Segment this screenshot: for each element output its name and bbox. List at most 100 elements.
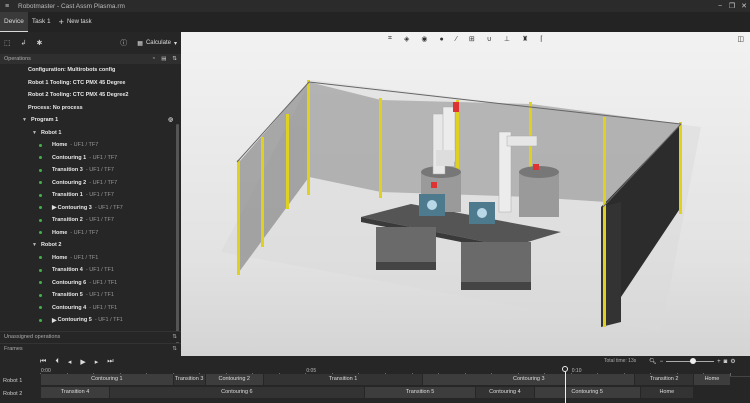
zoom-slider[interactable] xyxy=(666,358,715,364)
operation-frame-label: - UF1 / TF7 xyxy=(85,167,114,174)
timeline-segment[interactable]: Contouring 4 xyxy=(475,387,534,398)
new-task-button[interactable]: + New task xyxy=(59,17,92,27)
timeline-segment[interactable]: Transition 3 xyxy=(172,374,205,385)
magnet-icon[interactable]: ∪ xyxy=(487,35,492,43)
operation-item[interactable]: Transition 1- UF1 / TF7 xyxy=(0,189,181,202)
timeline-segment[interactable]: Transition 2 xyxy=(634,374,693,385)
timeline-segment[interactable]: Contouring 1 xyxy=(40,374,173,385)
playhead-line xyxy=(564,372,566,403)
left-toolbar: ⬚ ↲ ✱ ⓘ ▦ Calculate ▾ xyxy=(0,32,181,54)
hamburger-menu-icon[interactable]: ≡ xyxy=(0,3,14,10)
collision-icon[interactable]: ⊞ xyxy=(469,35,475,43)
tree-group-item[interactable]: ▼ Robot 2 xyxy=(0,239,181,252)
track-label-robot-1: Robot 1 xyxy=(3,378,23,384)
operation-item[interactable]: ▶ Contouring 5- UF1 / TF1 xyxy=(0,314,181,327)
expand-arrow-icon[interactable]: ▼ xyxy=(32,130,37,136)
eye-icon[interactable]: ◉ xyxy=(421,35,427,43)
frame-icon[interactable]: ⌗ xyxy=(388,35,392,43)
timeline-segment[interactable]: Home xyxy=(692,374,730,385)
unassigned-operations-section[interactable]: Unassigned operations ⇅ xyxy=(0,331,181,342)
skip-start-icon[interactable]: ⏮ xyxy=(40,358,46,366)
operation-label: Home xyxy=(52,142,68,149)
timeline-segment[interactable]: Contouring 3 xyxy=(422,374,635,385)
timer-icon[interactable]: ◔ xyxy=(152,56,155,62)
operation-item[interactable]: Home - UF1 / TF1 xyxy=(0,252,181,265)
timeline-segment[interactable]: Contouring 5 xyxy=(533,387,640,398)
info-icon[interactable]: ⓘ xyxy=(120,38,127,48)
settings-gear-icon[interactable]: ✱ xyxy=(37,39,43,47)
operation-item[interactable]: Transition 3- UF1 / TF7 xyxy=(0,164,181,177)
axes-icon[interactable]: ⌈ xyxy=(540,35,543,43)
info-item[interactable]: Process: No process xyxy=(0,102,181,115)
timeline-segment[interactable]: Contouring 2 xyxy=(204,374,263,385)
tool-icon[interactable]: ♜ xyxy=(522,35,528,43)
play-icon[interactable]: ▶ xyxy=(80,358,85,366)
operation-item[interactable]: Transition 5- UF1 / TF1 xyxy=(0,289,181,302)
pin-icon[interactable]: ⊥ xyxy=(504,35,510,43)
operation-item[interactable]: Transition 2- UF1 / TF7 xyxy=(0,214,181,227)
close-icon[interactable]: ✕ xyxy=(738,2,750,10)
timeline-segment[interactable]: Contouring 6 xyxy=(109,387,364,398)
operation-item[interactable]: ▶ Contouring 3- UF1 / TF7 xyxy=(0,202,181,215)
operation-item[interactable]: Contouring 4- UF1 / TF1 xyxy=(0,302,181,315)
operation-item[interactable]: Home - UF1 / TF7 xyxy=(0,227,181,240)
minimize-icon[interactable]: − xyxy=(714,3,726,10)
next-icon[interactable]: ▸ xyxy=(95,358,99,366)
timeline-segment[interactable]: Transition 4 xyxy=(40,387,109,398)
operation-label: Process: No process xyxy=(28,104,83,111)
3d-viewport[interactable] xyxy=(181,32,750,356)
sort-icon[interactable]: ⇅ xyxy=(172,346,177,352)
operation-label: Configuration: Multirobots config xyxy=(28,67,116,74)
status-dot-icon xyxy=(39,218,42,222)
document-icon[interactable]: ▤ xyxy=(161,56,166,62)
timeline-segment[interactable]: Home xyxy=(639,387,693,398)
skip-end-icon[interactable]: ⏭ xyxy=(107,358,113,366)
prev-icon[interactable]: ◂ xyxy=(68,358,72,366)
info-item[interactable]: Robot 1 Tooling: CTC PMX 45 Degree xyxy=(0,77,181,90)
measure-icon[interactable]: ⁄ xyxy=(456,36,457,43)
cube-icon[interactable]: ◈ xyxy=(404,35,409,43)
operations-scrollbar[interactable] xyxy=(176,124,179,344)
sort-icon[interactable]: ⇅ xyxy=(172,334,177,340)
render-mode-icon[interactable]: ◫ xyxy=(737,35,744,43)
info-item[interactable]: Robot 2 Tooling: CTC PMX 45 Degree2 xyxy=(0,89,181,102)
axes-icon[interactable]: ↲ xyxy=(21,39,27,47)
tab-device[interactable]: Device xyxy=(0,12,28,32)
new-task-label: New task xyxy=(66,19,92,25)
operation-label: Contouring 4 xyxy=(52,304,87,311)
operation-item[interactable]: Transition 4- UF1 / TF1 xyxy=(0,264,181,277)
viewport-toolbar: ⌗ ◈ ◉ ● ⁄ ⊞ ∪ ⊥ ♜ ⌈ ◫ xyxy=(181,32,750,46)
calculate-button[interactable]: ▦ Calculate ▾ xyxy=(137,40,177,47)
playhead[interactable] xyxy=(562,366,569,403)
frames-section[interactable]: Frames ⇅ xyxy=(0,343,181,354)
info-item[interactable]: Configuration: Multirobots config xyxy=(0,64,181,77)
step-back-icon[interactable]: ⏴ xyxy=(55,358,59,366)
zoom-out-icon[interactable]: − xyxy=(660,359,664,365)
expand-arrow-icon[interactable]: ▼ xyxy=(22,117,27,123)
operation-label: Transition 5 xyxy=(52,292,83,299)
timeline-segment[interactable]: Transition 1 xyxy=(262,374,423,385)
settings-icon[interactable]: ⚙ xyxy=(730,358,735,365)
tab-task-1[interactable]: Task 1 xyxy=(28,12,55,32)
camera-icon[interactable]: ◙ xyxy=(724,359,728,365)
operation-frame-label: - UF1 / TF7 xyxy=(94,204,123,211)
selection-icon[interactable]: ⬚ xyxy=(4,39,11,47)
sphere-icon[interactable]: ● xyxy=(439,36,443,43)
operation-item[interactable]: Home - UF1 / TF7 xyxy=(0,139,181,152)
program-target-icon[interactable]: ◎ xyxy=(168,117,173,123)
tree-group-item[interactable]: ▼ Program 1 ◎ xyxy=(0,114,181,127)
ruler-tick xyxy=(730,373,731,376)
tree-group-item[interactable]: ▼ Robot 1 xyxy=(0,127,181,140)
operation-label: Robot 2 xyxy=(40,242,62,249)
zoom-slider-knob[interactable] xyxy=(690,358,697,364)
maximize-icon[interactable]: ❐ xyxy=(726,2,738,10)
zoom-search-icon[interactable]: 🔍︎ xyxy=(649,358,657,365)
sort-icon[interactable]: ⇅ xyxy=(172,56,177,62)
expand-arrow-icon[interactable]: ▼ xyxy=(32,242,37,248)
operation-item[interactable]: Contouring 2- UF1 / TF7 xyxy=(0,177,181,190)
operation-item[interactable]: Contouring 6- UF1 / TF1 xyxy=(0,277,181,290)
zoom-in-icon[interactable]: + xyxy=(717,359,721,365)
operation-frame-label: - UF1 / TF1 xyxy=(70,254,99,261)
operation-item[interactable]: Contouring 1- UF1 / TF7 xyxy=(0,152,181,165)
timeline-segment[interactable]: Transition 5 xyxy=(363,387,476,398)
